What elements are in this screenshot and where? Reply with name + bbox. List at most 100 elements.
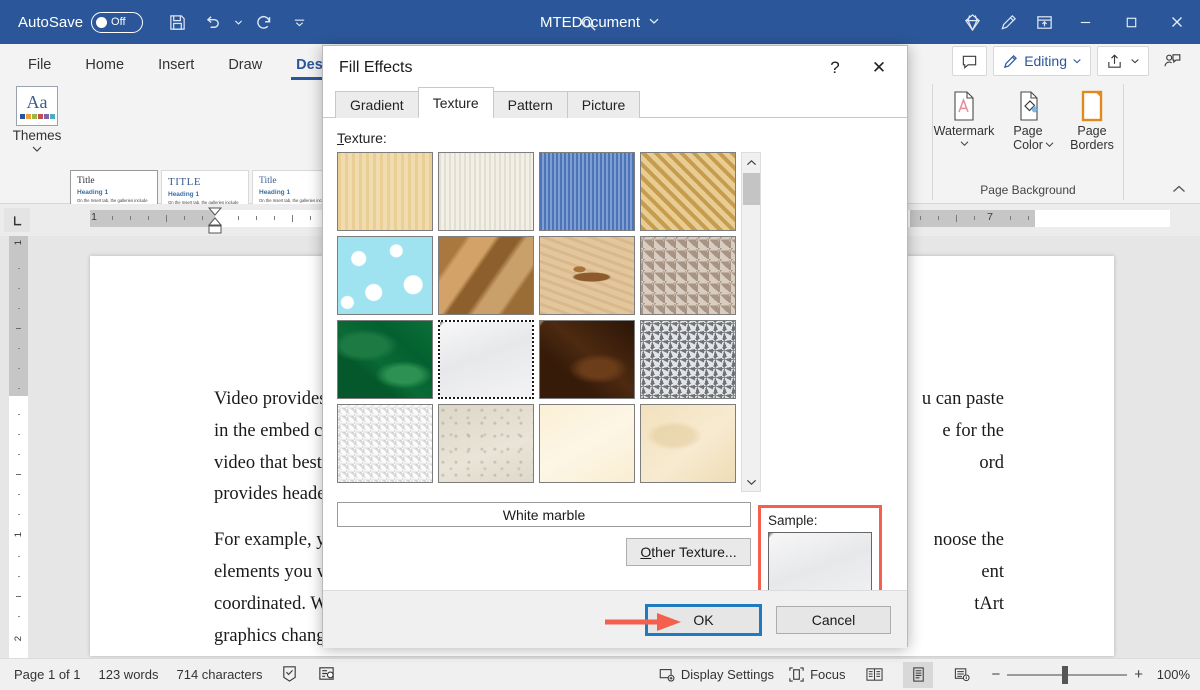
- texture-swatch-recycled-paper[interactable]: [438, 404, 534, 483]
- zoom-level-label[interactable]: 100%: [1150, 667, 1190, 682]
- texture-swatch-paper-bag[interactable]: [438, 236, 534, 315]
- quick-access-more-icon[interactable]: [283, 6, 315, 38]
- dialog-tab-gradient[interactable]: Gradient: [335, 91, 419, 118]
- themes-icon: Aa: [16, 86, 58, 126]
- vruler-number: 1: [13, 240, 24, 245]
- texture-swatch-woven-mat[interactable]: [640, 152, 736, 231]
- fill-effects-dialog[interactable]: Fill Effects ? ✕ Gradient Texture Patter…: [322, 45, 908, 647]
- texture-swatch-canvas[interactable]: [438, 152, 534, 231]
- tab-insert[interactable]: Insert: [144, 57, 208, 82]
- dialog-tab-pattern[interactable]: Pattern: [493, 91, 568, 118]
- texture-swatch-parchment[interactable]: [539, 404, 635, 483]
- share-button[interactable]: [1097, 46, 1149, 76]
- title-chevron-down-icon[interactable]: [648, 14, 660, 31]
- close-button[interactable]: [1154, 0, 1200, 44]
- page-borders-button[interactable]: Page Borders: [1061, 88, 1123, 160]
- maximize-button[interactable]: [1108, 0, 1154, 44]
- doc-line: video that best: [214, 453, 322, 473]
- word-count-label[interactable]: 123 words: [99, 667, 159, 682]
- dialog-tab-picture[interactable]: Picture: [567, 91, 641, 118]
- texture-scrollbar[interactable]: [741, 152, 761, 492]
- editing-label: Editing: [1024, 53, 1067, 69]
- themes-group[interactable]: Aa Themes: [6, 86, 68, 153]
- cancel-button[interactable]: Cancel: [776, 606, 891, 634]
- save-icon[interactable]: [161, 6, 193, 38]
- autosave-toggle[interactable]: AutoSave Off: [18, 12, 143, 33]
- doc-line: graphics chang: [214, 626, 325, 646]
- zoom-out-button[interactable]: −: [991, 666, 1000, 683]
- doc-line: elements you v: [214, 562, 326, 582]
- accessibility-icon[interactable]: [317, 664, 336, 686]
- texture-swatch-granite[interactable]: [640, 320, 736, 399]
- vertical-ruler[interactable]: 1 1 2: [9, 236, 28, 658]
- status-bar: Page 1 of 1 123 words 714 characters: [0, 658, 1200, 690]
- title-bar: AutoSave Off: [0, 0, 1200, 44]
- tab-draw[interactable]: Draw: [214, 57, 276, 82]
- ribbon-display-icon[interactable]: [1026, 0, 1062, 44]
- dialog-footer: OK Cancel: [323, 590, 907, 648]
- collapse-ribbon-icon[interactable]: [1172, 181, 1186, 199]
- scroll-up-icon[interactable]: [742, 153, 760, 172]
- editing-mode-button[interactable]: Editing: [993, 46, 1091, 76]
- texture-swatch-stationery[interactable]: [640, 404, 736, 483]
- texture-swatch-white-marble[interactable]: [438, 320, 534, 399]
- character-count-label[interactable]: 714 characters: [176, 667, 262, 682]
- doc-line: in the embed c: [214, 421, 322, 441]
- redo-icon[interactable]: [248, 6, 280, 38]
- texture-grid[interactable]: [337, 152, 751, 483]
- chevron-down-icon[interactable]: [31, 145, 43, 153]
- texture-swatch-papyrus[interactable]: [337, 152, 433, 231]
- display-settings-button[interactable]: Display Settings: [658, 666, 774, 684]
- zoom-slider[interactable]: [1007, 674, 1127, 676]
- tab-file[interactable]: File: [14, 57, 65, 82]
- focus-button[interactable]: Focus: [788, 666, 845, 683]
- texture-swatch-sand[interactable]: [640, 236, 736, 315]
- texture-swatch-denim[interactable]: [539, 152, 635, 231]
- web-layout-icon[interactable]: [947, 662, 977, 688]
- zoom-control[interactable]: − + 100%: [991, 666, 1190, 683]
- watermark-button[interactable]: Watermark: [933, 88, 995, 160]
- tab-home[interactable]: Home: [71, 57, 138, 82]
- page-color-button[interactable]: Page Color: [997, 88, 1059, 160]
- texture-swatch-fish-fossil[interactable]: [539, 236, 635, 315]
- dialog-tab-texture[interactable]: Texture: [418, 87, 494, 118]
- texture-swatch-water-droplets[interactable]: [337, 236, 433, 315]
- diamond-icon[interactable]: [954, 0, 990, 44]
- person-comment-icon[interactable]: [1155, 46, 1190, 76]
- page-count-label[interactable]: Page 1 of 1: [14, 667, 81, 682]
- undo-dropdown-icon[interactable]: [231, 6, 245, 38]
- autosave-state: Off: [111, 16, 125, 28]
- tab-selector-button[interactable]: [4, 208, 30, 232]
- pen-icon[interactable]: [990, 0, 1026, 44]
- ruler-number: 7: [987, 211, 993, 223]
- scroll-down-icon[interactable]: [742, 472, 760, 491]
- dialog-body: Gradient Texture Pattern Picture Texture…: [323, 90, 907, 648]
- chevron-down-icon: [1072, 56, 1082, 66]
- scrollbar-thumb[interactable]: [743, 173, 760, 205]
- texture-swatch-newsprint[interactable]: [337, 404, 433, 483]
- help-icon[interactable]: ?: [813, 49, 857, 87]
- doc-line: u can paste: [922, 384, 1004, 416]
- texture-swatch-green-marble[interactable]: [337, 320, 433, 399]
- close-icon[interactable]: ✕: [857, 49, 901, 87]
- page-borders-icon: [1075, 88, 1109, 124]
- zoom-slider-thumb[interactable]: [1062, 666, 1068, 684]
- search-icon[interactable]: [575, 10, 601, 36]
- comment-icon[interactable]: [952, 46, 987, 76]
- chevron-down-icon[interactable]: [959, 140, 970, 147]
- share-icon: [1106, 53, 1123, 70]
- minimize-button[interactable]: [1062, 0, 1108, 44]
- themes-aa-glyph: Aa: [27, 93, 48, 111]
- page-color-icon: [1011, 88, 1045, 124]
- proofing-icon[interactable]: [280, 664, 299, 686]
- sample-label: Sample:: [768, 513, 872, 528]
- zoom-in-button[interactable]: +: [1134, 666, 1143, 683]
- print-layout-icon[interactable]: [903, 662, 933, 688]
- texture-swatch-brown-marble[interactable]: [539, 320, 635, 399]
- chevron-down-icon[interactable]: [1044, 141, 1055, 148]
- read-mode-icon[interactable]: [859, 662, 889, 688]
- undo-icon[interactable]: [196, 6, 228, 38]
- other-texture-button[interactable]: Other Texture...: [626, 538, 751, 566]
- selected-texture-name: White marble: [337, 502, 751, 527]
- autosave-switch[interactable]: Off: [91, 12, 143, 33]
